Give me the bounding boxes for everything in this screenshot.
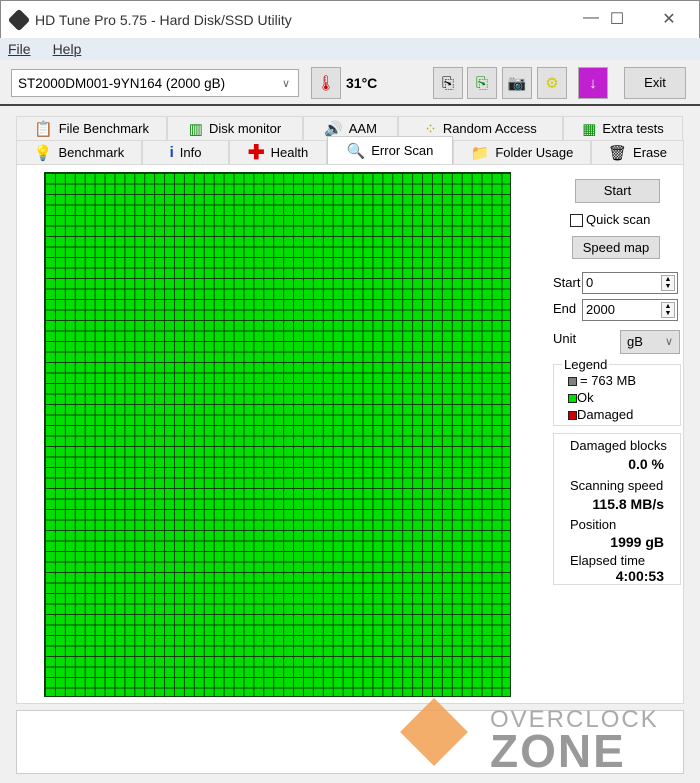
checkbox-box[interactable] xyxy=(570,214,583,228)
menu-help[interactable]: Help xyxy=(53,41,82,57)
legend-ok: Ok xyxy=(568,390,594,405)
speed-map-button[interactable]: Speed map xyxy=(572,236,660,259)
tab-label: Health xyxy=(270,145,309,160)
legend-block-size: = 763 MB xyxy=(568,373,636,388)
green-swatch xyxy=(568,394,577,404)
lightbulb-icon: 💡 xyxy=(33,144,53,162)
damaged-blocks-value: 0.0 % xyxy=(628,456,664,472)
end-value: 2000 xyxy=(586,302,615,317)
window-title: HD Tune Pro 5.75 - Hard Disk/SSD Utility xyxy=(35,11,292,28)
tab-label: AAM xyxy=(348,121,377,136)
speaker-icon: 🔊 xyxy=(324,120,343,138)
unit-label: Unit xyxy=(553,331,577,346)
temperature: 31°C xyxy=(346,75,378,91)
position-label: Position xyxy=(570,517,617,532)
red-swatch xyxy=(568,411,577,421)
app-icon xyxy=(7,8,31,31)
tab-erase[interactable]: 🗑 Erase xyxy=(591,140,684,164)
elapsed-time-label: Elapsed time xyxy=(570,553,646,568)
damaged-blocks-label: Damaged blocks xyxy=(570,438,667,453)
options-button[interactable]: ⚙ xyxy=(537,67,567,99)
save-button[interactable]: ↓ xyxy=(578,67,608,99)
start-value: 0 xyxy=(586,275,594,290)
tab-extra-tests[interactable]: ▦ Extra tests xyxy=(563,116,683,140)
tab-health[interactable]: ✚ Health xyxy=(229,140,327,164)
legend-group: Legend = 763 MB Ok Damaged xyxy=(553,357,681,426)
magnifier-icon: 🔍 xyxy=(346,142,366,160)
copy-info-button[interactable]: ⎘ xyxy=(433,67,463,99)
log-area xyxy=(16,710,684,774)
maximize-button[interactable]: ☐ xyxy=(602,9,632,31)
title-bar: HD Tune Pro 5.75 - Hard Disk/SSD Utility… xyxy=(0,0,700,38)
drive-value: ST2000DM001-9YN164 (2000 gB) xyxy=(18,75,226,91)
tab-label: Info xyxy=(179,145,202,160)
arrow-down-icon: ↓ xyxy=(589,74,597,92)
unit-value: gB xyxy=(627,334,643,349)
legend-damaged-label: Damaged xyxy=(577,407,634,422)
end-label: End xyxy=(553,301,577,316)
error-scan-panel: Start Quick scan Speed map Start 0 ▲ ▼ End… xyxy=(16,164,684,704)
tab-label: Folder Usage xyxy=(495,145,574,160)
legend-damaged: Damaged xyxy=(568,407,633,422)
screenshot-button[interactable]: 📷 xyxy=(502,67,532,99)
close-button[interactable]: ✕ xyxy=(654,9,684,31)
start-scan-button[interactable]: Start xyxy=(575,179,660,203)
tab-folder-usage[interactable]: 📁 Folder Usage xyxy=(453,140,591,164)
tab-label: Random Access xyxy=(442,121,537,136)
scan-block-grid xyxy=(44,172,511,697)
tab-benchmark[interactable]: 💡 Benchmark xyxy=(16,140,142,164)
scanning-speed-value: 115.8 MB/s xyxy=(592,496,664,512)
position-value: 1999 gB xyxy=(610,534,664,550)
elapsed-time-value: 4:00:53 xyxy=(615,568,664,584)
tab-label: Disk monitor xyxy=(208,121,282,136)
legend-ok-label: Ok xyxy=(577,390,594,405)
chevron-down-icon: ∨ xyxy=(281,77,290,90)
legend-title: Legend xyxy=(562,357,610,372)
spinner-arrows-icon[interactable]: ▲ ▼ xyxy=(661,275,675,291)
trash-icon: 🗑 xyxy=(607,144,628,162)
drive-select[interactable]: ST2000DM001-9YN164 (2000 gB) ∨ xyxy=(11,69,299,97)
chart-icon: ▥ xyxy=(188,120,203,138)
start-label: Start xyxy=(553,275,581,290)
tab-label: Erase xyxy=(633,145,667,160)
end-input[interactable]: 2000 ▲ ▼ xyxy=(582,299,678,321)
copy-icon: ⎘ xyxy=(441,74,454,92)
menu-bar: File Help xyxy=(0,38,700,60)
unit-select[interactable]: gB ∨ xyxy=(620,330,680,354)
chevron-down-icon: ∨ xyxy=(664,336,673,348)
tab-label: File Benchmark xyxy=(58,121,149,136)
quick-scan-checkbox[interactable]: Quick scan xyxy=(570,212,651,228)
info-icon: i xyxy=(169,144,174,161)
tab-disk-monitor[interactable]: ▥ Disk monitor xyxy=(167,116,303,140)
tab-label: Error Scan xyxy=(371,143,434,158)
folder-icon: 📁 xyxy=(470,144,490,162)
spinner-arrows-icon[interactable]: ▲ ▼ xyxy=(661,302,675,318)
tab-error-scan[interactable]: 🔍 Error Scan xyxy=(327,136,453,164)
copy-all-icon: ⎘ xyxy=(475,74,488,92)
start-input[interactable]: 0 ▲ ▼ xyxy=(582,272,678,294)
tab-info[interactable]: i Info xyxy=(142,140,229,164)
camera-icon: 📷 xyxy=(507,75,527,92)
thermometer-icon: 🌡 xyxy=(311,67,341,99)
copy-all-button[interactable]: ⎘ xyxy=(467,67,497,99)
stats-group: Damaged blocks 0.0 % Scanning speed 115.… xyxy=(553,433,681,585)
scanning-speed-label: Scanning speed xyxy=(570,478,664,493)
tab-label: Benchmark xyxy=(58,145,125,160)
calculator-icon: ▦ xyxy=(582,120,597,138)
file-benchmark-icon: 📋 xyxy=(34,120,53,138)
gear-icon: ⚙ xyxy=(545,75,559,92)
legend-block-label: = 763 MB xyxy=(580,373,637,388)
tab-file-benchmark[interactable]: 📋 File Benchmark xyxy=(16,116,167,140)
toolbar: ST2000DM001-9YN164 (2000 gB) ∨ 🌡 31°C ⎘ ⎘… xyxy=(0,60,700,106)
gray-swatch xyxy=(568,377,577,387)
exit-button[interactable]: Exit xyxy=(624,67,686,99)
tab-row-bottom: 💡 Benchmark i Info ✚ Health 🔍 Error Scan 📁 Fo… xyxy=(16,136,684,164)
tab-label: Extra tests xyxy=(602,121,664,136)
quick-scan-label: Quick scan xyxy=(586,212,651,227)
health-cross-icon: ✚ xyxy=(247,142,265,164)
scatter-icon: ⁘ xyxy=(424,120,437,138)
menu-file[interactable]: File xyxy=(8,41,31,57)
